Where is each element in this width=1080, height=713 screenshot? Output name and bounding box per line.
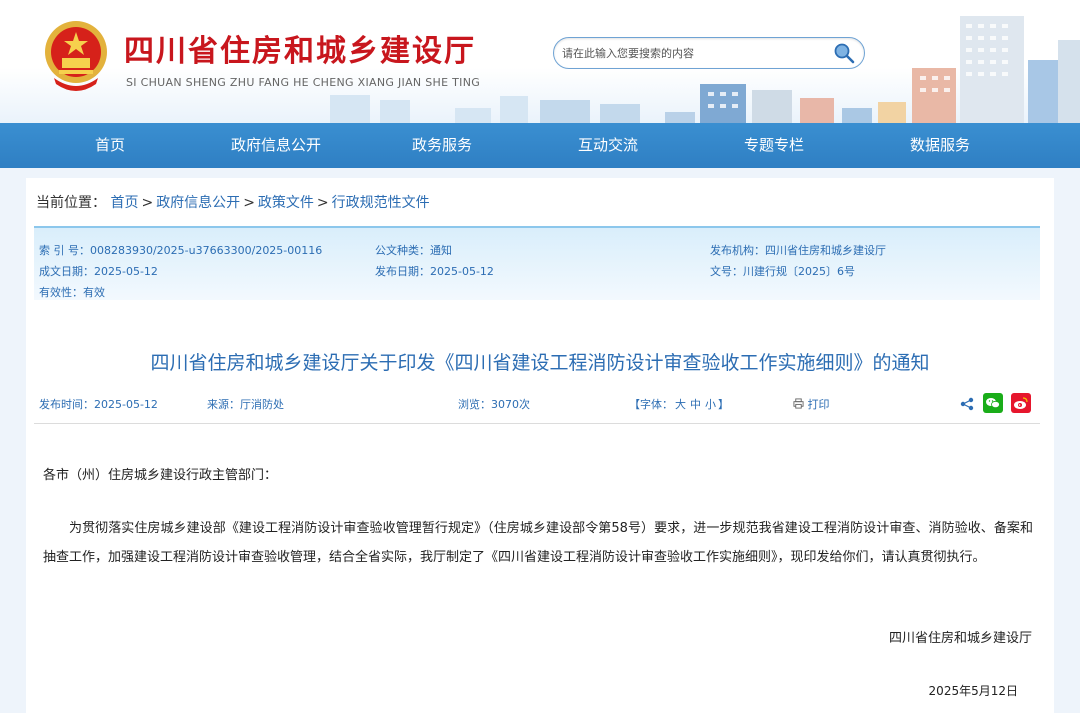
print-icon [793,398,804,409]
article-source: 来源：厅消防处 [207,398,284,411]
breadcrumb-prefix: 当前位置： [36,195,106,211]
breadcrumb-separator: > [316,195,329,211]
font-size-control: 【字体：大中小】 [629,396,729,412]
meta-published-date: 发布日期：2025-05-12 [375,265,494,278]
nav-item-gov-info[interactable]: 政府信息公开 [206,123,346,168]
divider [34,423,1040,424]
meta-doc-no: 文号：川建行规〔2025〕6号 [710,265,855,278]
nav-item-topics[interactable]: 专题专栏 [704,123,844,168]
breadcrumb-normative-docs[interactable]: 行政规范性文件 [332,195,430,211]
site-pinyin: SI CHUAN SHENG ZHU FANG HE CHENG XIANG J… [126,76,481,89]
font-large-button[interactable]: 大 [675,398,686,411]
wechat-icon[interactable] [983,393,1003,413]
site-header: 四川省住房和城乡建设厅 SI CHUAN SHENG ZHU FANG HE C… [0,0,1080,123]
breadcrumb: 当前位置： 首页 > 政府信息公开 > 政策文件 > 行政规范性文件 [36,192,430,212]
breadcrumb-policy[interactable]: 政策文件 [258,195,314,211]
breadcrumb-separator: > [243,195,255,211]
meta-publisher: 发布机构：四川省住房和城乡建设厅 [710,244,886,257]
article-info-bar: 发布时间：2025-05-12 来源：厅消防处 浏览：3070次 【字体：大中小… [26,393,1054,423]
print-button[interactable]: 打印 [793,396,830,412]
nav-item-interaction[interactable]: 互动交流 [538,123,678,168]
meta-validity: 有效性：有效 [39,286,105,299]
breadcrumb-home[interactable]: 首页 [110,195,138,211]
article-views: 浏览：3070次 [458,398,530,411]
article-signature: 四川省住房和城乡建设厅 [888,631,1032,646]
font-medium-button[interactable]: 中 [690,398,701,411]
nav-item-services[interactable]: 政务服务 [372,123,512,168]
meta-index-no: 索 引 号：008283930/2025-u37663300/2025-0011… [39,244,323,257]
article-date: 2025年5月12日 [928,684,1018,698]
article-title: 四川省住房和城乡建设厅关于印发《四川省建设工程消防设计审查验收工作实施细则》的通… [150,352,930,374]
site-title: 四川省住房和城乡建设厅 [124,34,476,69]
nav-item-home[interactable]: 首页 [40,123,180,168]
print-label: 打印 [807,398,830,411]
font-size-prefix: 【字体： [629,398,673,411]
main-nav: 首页 政府信息公开 政务服务 互动交流 专题专栏 数据服务 [0,123,1080,168]
font-size-suffix: 】 [718,398,729,411]
breadcrumb-gov-info[interactable]: 政府信息公开 [156,195,240,211]
meta-created-date: 成文日期：2025-05-12 [39,265,158,278]
breadcrumb-separator: > [141,195,154,211]
meta-category: 公文种类：通知 [375,244,452,257]
article-paragraph: 为贯彻落实住房城乡建设部《建设工程消防设计审查验收管理暂行规定》（住房城乡建设部… [43,521,1033,565]
doc-meta-box: 索 引 号：008283930/2025-u37663300/2025-0011… [34,226,1040,300]
nav-item-data[interactable]: 数据服务 [870,123,1010,168]
article-salutation: 各市（州）住房城乡建设行政主管部门： [43,468,278,483]
weibo-icon[interactable] [1011,393,1031,413]
content-card: 当前位置： 首页 > 政府信息公开 > 政策文件 > 行政规范性文件 索 引 号：00828… [26,178,1054,713]
national-emblem-icon [45,21,107,91]
search-icon[interactable] [832,41,856,65]
search-box [553,37,865,69]
search-input[interactable] [562,42,832,64]
article-pub-time: 发布时间：2025-05-12 [39,398,158,411]
share-icon[interactable] [960,397,974,411]
font-small-button[interactable]: 小 [705,398,716,411]
